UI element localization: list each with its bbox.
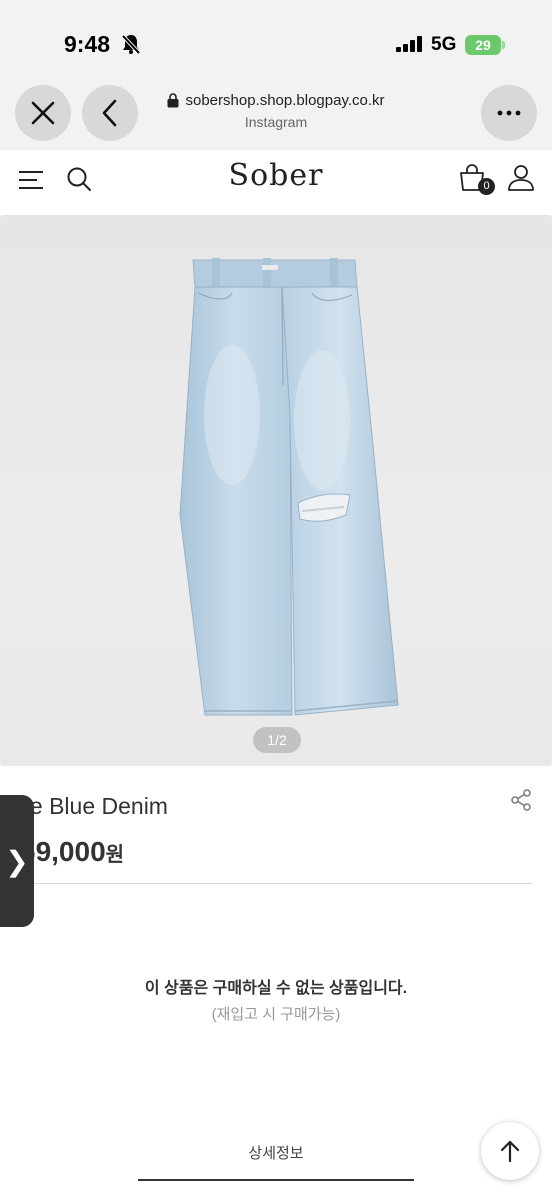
price-currency: 원 [105,844,125,866]
site-header: Sober [0,150,552,212]
browser-bar: sobershop.shop.blogpay.co.kr Instagram [0,80,552,150]
chevron-left-icon [102,99,117,127]
status-time: 9:48 [64,31,111,57]
status-bar: 9:48 5G 29 [0,0,552,80]
denim-jeans-image [179,258,399,716]
arrow-up-icon [500,1140,520,1163]
bell-muted-icon [121,34,141,55]
battery-tip [502,41,505,49]
close-button[interactable] [15,85,71,141]
share-icon[interactable] [510,789,532,811]
side-expand-tab[interactable]: ❯ [0,795,34,927]
product-image[interactable]: 1/2 [0,215,552,766]
url-text: sobershop.shop.blogpay.co.kr [185,92,385,109]
battery-icon: 29 [465,35,501,55]
more-icon [497,110,521,116]
image-page-indicator: 1/2 [253,727,301,753]
close-icon [31,101,55,125]
chevron-right-icon: ❯ [5,845,29,877]
user-icon[interactable] [507,164,535,192]
lock-icon [167,93,179,108]
back-button[interactable] [82,85,138,141]
cart-count-badge: 0 [478,178,495,195]
signal-icon [396,36,422,52]
restock-message: (재입고 시 구매가능) [211,1006,341,1023]
more-button[interactable] [481,85,537,141]
product-price: 69,000원 [20,836,124,868]
tab-product-details[interactable]: 상세정보 [0,1142,552,1163]
address-bar[interactable]: sobershop.shop.blogpay.co.kr Instagram [150,92,402,130]
soldout-message: 이 상품은 구매하실 수 없는 상품입니다. [144,980,408,997]
url-subtitle: Instagram [244,114,308,130]
divider [20,883,532,884]
tab-underline [138,1179,414,1181]
product-name: Ice Blue Denim [12,793,168,819]
network-label: 5G [431,34,457,55]
scroll-top-button[interactable] [481,1122,539,1180]
